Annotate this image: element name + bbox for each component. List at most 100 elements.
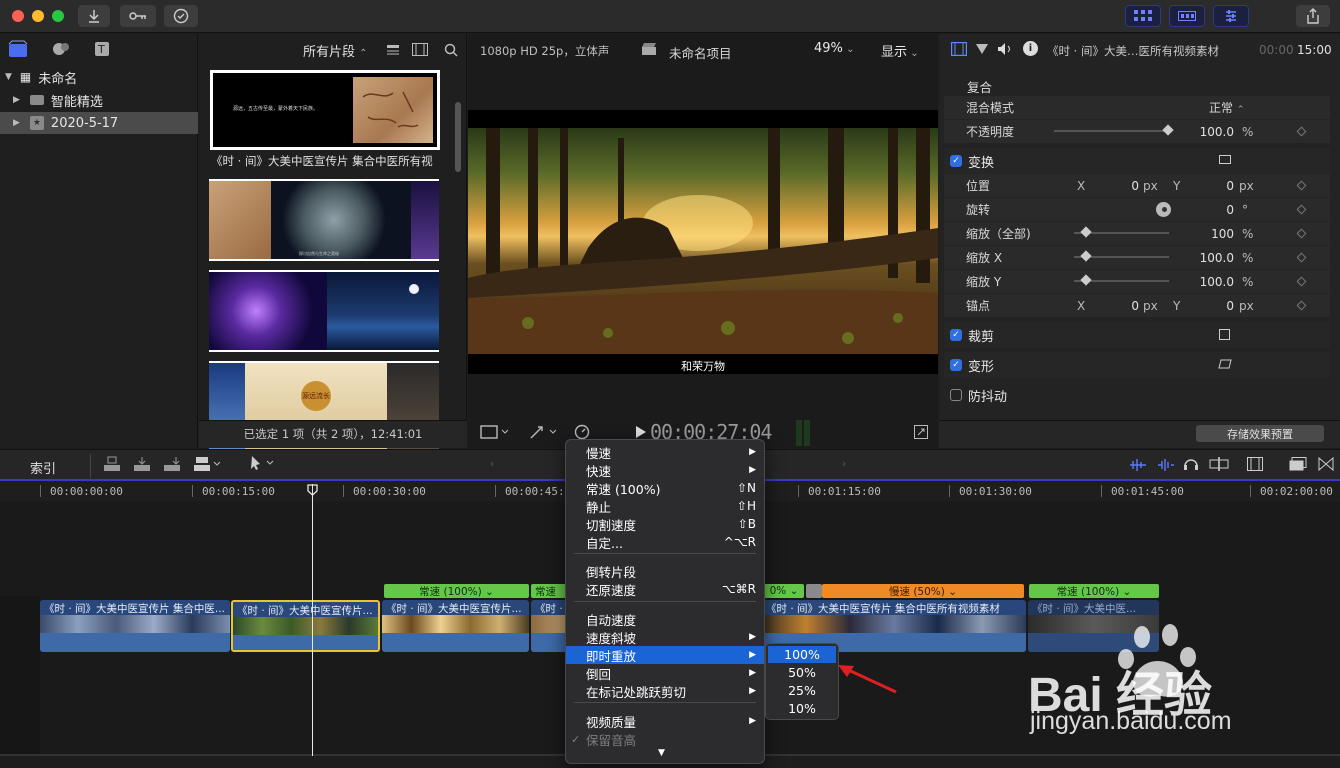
playhead-handle[interactable]	[307, 484, 318, 496]
submenu-item-replay-50[interactable]: 50%	[768, 664, 836, 681]
headphones-icon[interactable]	[1183, 456, 1199, 472]
speed-bar-normal[interactable]: 0% ⌄	[764, 584, 804, 598]
snapping-icon[interactable]	[1209, 457, 1229, 471]
rotation-value[interactable]: 0	[1184, 203, 1234, 217]
menu-item-speed-ramp[interactable]: 速度斜坡 ▶	[566, 628, 764, 646]
menu-item-reset-speed[interactable]: 还原速度 ⌥⌘R	[566, 580, 764, 598]
menu-item-video-quality[interactable]: 视频质量 ▶	[566, 712, 764, 730]
rotation-dial[interactable]	[1156, 202, 1171, 217]
insert-clip-icon[interactable]	[133, 456, 151, 472]
scale-all-value[interactable]: 100	[1184, 227, 1234, 241]
position-y-value[interactable]: 0	[1189, 179, 1234, 193]
speed-gauge-icon[interactable]	[574, 424, 604, 440]
close-window-button[interactable]	[12, 10, 24, 22]
distort-section-header[interactable]: ✓ 变形	[944, 352, 1330, 378]
scale-y-slider-knob[interactable]	[1080, 274, 1092, 286]
info-inspector-tab-icon[interactable]: i	[1023, 41, 1038, 56]
search-icon[interactable]	[444, 43, 458, 57]
distort-checkbox[interactable]: ✓	[950, 359, 962, 371]
disclosure-closed-icon[interactable]: ▶	[13, 95, 20, 105]
submenu-item-replay-10[interactable]: 10%	[768, 700, 836, 717]
menu-item-reverse-clip[interactable]: 倒转片段	[566, 562, 764, 580]
crop-onscreen-icon[interactable]	[1219, 329, 1230, 340]
keyframe-icon[interactable]	[1296, 252, 1307, 263]
sidebar-item-smart-collections[interactable]: ▶ 智能精选	[0, 89, 198, 111]
crop-section-header[interactable]: ✓ 裁剪	[944, 322, 1330, 348]
timeline-clip[interactable]: 《时 · 间》大美中医宣传片...	[382, 600, 529, 652]
opacity-slider[interactable]	[1054, 130, 1169, 132]
photos-audio-icon[interactable]	[51, 40, 71, 58]
clip-filmstrip[interactable]: 探讨自然与生命之奥秘	[209, 179, 439, 261]
browser-scrollbar[interactable]	[455, 102, 461, 172]
menu-item-fast[interactable]: 快速 ▶	[566, 461, 764, 479]
library-root[interactable]: ▼ ▦ 未命名	[0, 66, 198, 88]
transform-section-header[interactable]: ✓ 变换	[944, 148, 1330, 174]
audio-inspector-tab-icon[interactable]	[997, 42, 1013, 56]
anchor-x-value[interactable]: 0	[1094, 299, 1139, 313]
keyframe-icon[interactable]	[1296, 228, 1307, 239]
menu-item-hold[interactable]: 静止 ⇧H	[566, 497, 764, 515]
keyframe-icon[interactable]	[1296, 300, 1307, 311]
connect-clip-icon[interactable]	[103, 456, 121, 472]
menu-item-rewind[interactable]: 倒回 ▶	[566, 664, 764, 682]
scale-x-value[interactable]: 100.0	[1184, 251, 1234, 265]
history-forward-icon[interactable]: ›	[842, 457, 846, 470]
show-inspector-button[interactable]	[1213, 5, 1249, 27]
menu-item-custom[interactable]: 自定... ^⌥R	[566, 533, 764, 551]
selected-clip-thumbnail[interactable]: 源远，五古传至最，蒙外着天下民族。	[210, 70, 440, 150]
display-dropdown[interactable]: 显示 ⌄	[881, 41, 919, 60]
transform-tools-icon[interactable]	[528, 424, 558, 440]
keyframe-icon[interactable]	[1296, 126, 1307, 137]
menu-item-normal-speed[interactable]: 常速 (100%) ⇧N	[566, 479, 764, 497]
keyframe-icon[interactable]	[1296, 204, 1307, 215]
titles-generators-icon[interactable]: T	[93, 40, 113, 58]
speed-bar-slow[interactable]: 慢速 (50%) ⌄	[822, 584, 1024, 598]
disclosure-closed-icon[interactable]: ▶	[13, 118, 20, 128]
zoom-window-button[interactable]	[52, 10, 64, 22]
background-tasks-button[interactable]	[164, 5, 198, 27]
menu-item-automatic-speed[interactable]: 自动速度	[566, 610, 764, 628]
stabilize-section-header[interactable]: 防抖动	[944, 382, 1330, 408]
stabilize-checkbox[interactable]	[950, 389, 962, 401]
transform-onscreen-icon[interactable]	[1219, 155, 1231, 164]
zoom-dropdown[interactable]: 49% ⌄	[814, 41, 854, 56]
opacity-value[interactable]: 100.0	[1184, 125, 1234, 139]
scale-x-slider-knob[interactable]	[1080, 250, 1092, 262]
audio-skimming-icon[interactable]	[1128, 458, 1148, 472]
crop-checkbox[interactable]: ✓	[950, 329, 962, 341]
submenu-item-replay-25[interactable]: 25%	[768, 682, 836, 699]
scale-y-value[interactable]: 100.0	[1184, 275, 1234, 289]
menu-item-instant-replay[interactable]: 即时重放 ▶	[566, 646, 764, 664]
timeline-clip[interactable]: 《时 · 间》大...	[531, 600, 567, 652]
speed-bar-normal[interactable]: 常速 (100%) ⌄	[1029, 584, 1159, 598]
timeline-clip[interactable]: 《时 · 间》大美中医宣传片 集合中医...	[40, 600, 230, 652]
show-timeline-button[interactable]	[1169, 5, 1205, 27]
keyframe-icon[interactable]	[1296, 180, 1307, 191]
view-options-button[interactable]	[480, 425, 510, 439]
effects-browser-icon[interactable]	[1289, 457, 1307, 471]
overwrite-clip-icon[interactable]	[193, 456, 223, 472]
speed-bar-normal[interactable]: 常速	[531, 584, 567, 598]
clip-filter-dropdown[interactable]: 所有片段 ⌃	[303, 41, 368, 60]
playhead[interactable]	[312, 484, 313, 756]
position-x-value[interactable]: 0	[1094, 179, 1139, 193]
selected-timeline-clip[interactable]: 《时 · 间》大美中医宣传片...	[231, 600, 380, 652]
libraries-icon[interactable]	[8, 40, 28, 58]
menu-scroll-down-icon[interactable]: ▼	[658, 748, 665, 758]
timeline-index-button[interactable]: 索引	[30, 458, 56, 477]
solo-icon[interactable]	[1156, 458, 1176, 472]
blend-mode-select[interactable]: 正常 ⌃	[1209, 99, 1244, 116]
menu-item-slow[interactable]: 慢速 ▶	[566, 443, 764, 461]
clip-appearance-icon[interactable]	[1247, 457, 1263, 471]
submenu-item-replay-100[interactable]: 100%	[768, 646, 836, 663]
filmstrip-view-icon[interactable]	[412, 43, 428, 56]
clip-filmstrip[interactable]	[209, 270, 439, 352]
speed-bar-normal[interactable]: 常速 (100%) ⌄	[384, 584, 529, 598]
video-inspector-tab-icon[interactable]	[951, 42, 967, 56]
scale-all-slider-knob[interactable]	[1080, 226, 1092, 238]
keyframe-icon[interactable]	[1296, 276, 1307, 287]
minimize-window-button[interactable]	[32, 10, 44, 22]
keywords-button[interactable]	[120, 5, 156, 27]
distort-onscreen-icon[interactable]	[1218, 359, 1232, 369]
import-button[interactable]	[78, 5, 110, 27]
